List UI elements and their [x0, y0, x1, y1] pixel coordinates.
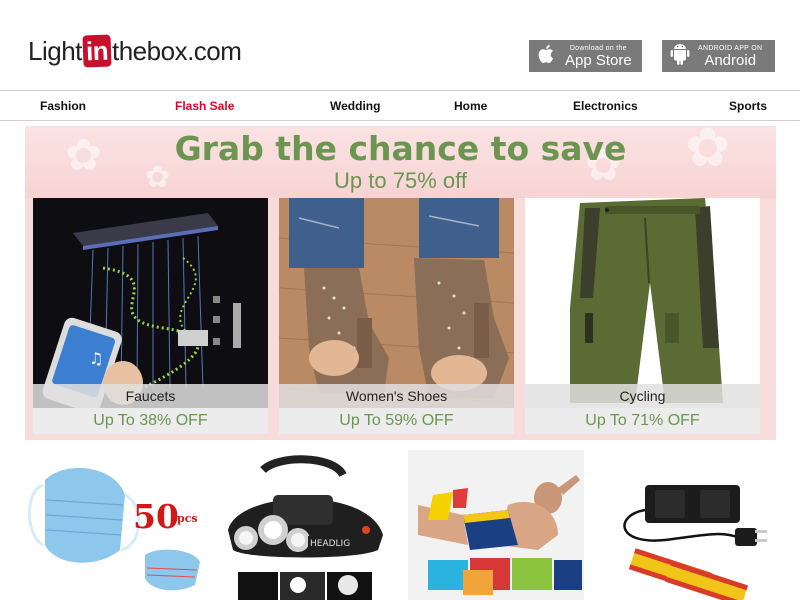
android-app-button[interactable]: ANDROID APP ON Android [662, 40, 775, 72]
apple-icon [537, 43, 557, 70]
logo-part-in: in [82, 34, 112, 68]
nav-item-home[interactable]: Home [454, 99, 487, 113]
promo-banner[interactable]: ✿ ✿ ✿ ✿ Grab the chance to save Up to 75… [25, 126, 776, 440]
site-header: Light in thebox .com Download on the App St… [0, 0, 800, 90]
category-card-womens-shoes[interactable]: Women's Shoes Up To 59% OFF [279, 198, 514, 434]
nav-item-wedding[interactable]: Wedding [330, 99, 380, 113]
main-nav: Fashion Flash Sale Wedding Home Electron… [0, 90, 800, 121]
nav-item-sports[interactable]: Sports [729, 99, 767, 113]
app-store-label: App Store [565, 52, 632, 69]
card-offer: Up To 38% OFF [33, 408, 268, 434]
banner-title: Grab the chance to save [174, 129, 627, 168]
android-label: Android [704, 52, 757, 69]
banner-header: ✿ ✿ ✿ ✿ Grab the chance to save Up to 75… [25, 126, 776, 198]
category-card-cycling[interactable]: Cycling Up To 71% OFF [525, 198, 760, 434]
nav-item-electronics[interactable]: Electronics [573, 99, 638, 113]
mask-count-badge: 50 [133, 497, 179, 536]
headlamp-brand-text: HEADLIG [310, 539, 350, 549]
svg-text:♫: ♫ [89, 349, 103, 368]
site-logo[interactable]: Light in thebox .com [28, 34, 242, 68]
app-store-button[interactable]: Download on the App Store [529, 40, 642, 72]
nav-item-flash-sale[interactable]: Flash Sale [175, 99, 234, 113]
product-face-mask[interactable]: 50 pcs [25, 450, 205, 600]
mask-count-unit: pcs [177, 512, 198, 525]
faucets-image: ♫ [33, 198, 268, 409]
android-icon [670, 42, 690, 71]
womens-shoes-image [279, 198, 514, 409]
logo-part-light: Light [28, 35, 82, 66]
card-name: Faucets [33, 384, 268, 408]
product-mens-underwear[interactable] [408, 450, 584, 600]
logo-part-thebox: thebox [112, 35, 188, 66]
nav-item-fashion[interactable]: Fashion [40, 99, 86, 113]
product-headlamp[interactable]: HEADLIG [218, 450, 393, 600]
category-card-faucets[interactable]: ♫ Faucets Up To 38% OFF [33, 198, 268, 434]
card-offer: Up To 71% OFF [525, 408, 760, 434]
product-battery-charger[interactable] [605, 450, 775, 600]
card-name: Cycling [525, 384, 760, 408]
logo-part-com: .com [187, 35, 242, 66]
card-name: Women's Shoes [279, 384, 514, 408]
banner-subtitle: Up to 75% off [334, 168, 467, 193]
card-offer: Up To 59% OFF [279, 408, 514, 434]
cycling-image [525, 198, 760, 409]
